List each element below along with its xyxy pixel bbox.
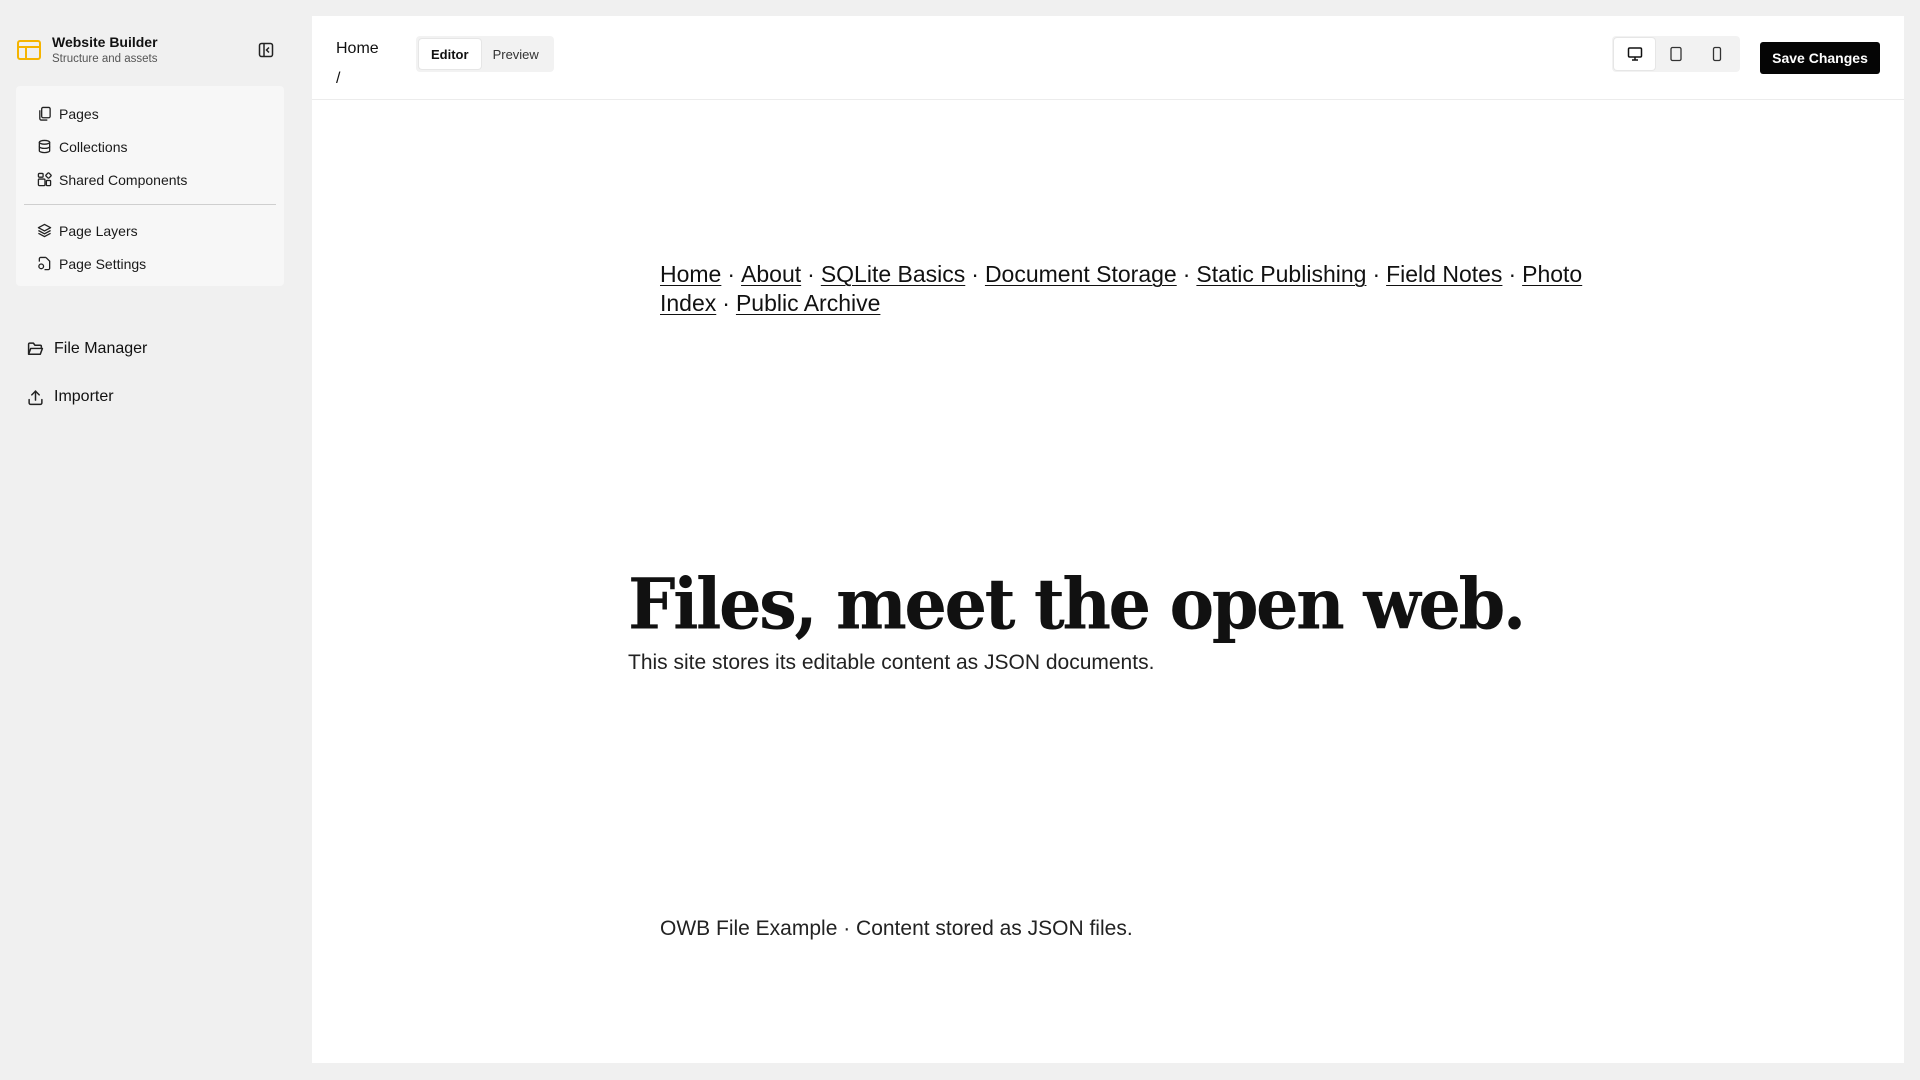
sidebar-item-page-settings[interactable]: Page Settings bbox=[16, 247, 284, 280]
breadcrumb-separator: / bbox=[336, 70, 341, 87]
hero-subtitle: This site stores its editable content as… bbox=[628, 651, 1155, 674]
sidebar-item-pages[interactable]: Pages bbox=[16, 97, 284, 130]
tablet-icon bbox=[1670, 46, 1682, 62]
sidebar-item-label: Pages bbox=[59, 105, 99, 122]
sidebar-link-label: Importer bbox=[54, 388, 114, 405]
sidebar-item-label: Shared Components bbox=[59, 171, 188, 188]
folder-open-icon bbox=[26, 340, 44, 358]
site-nav-link-about[interactable]: About bbox=[741, 261, 801, 287]
layers-icon bbox=[36, 223, 52, 239]
nav-separator: · bbox=[971, 261, 979, 287]
brand-title: Website Builder bbox=[52, 34, 158, 50]
sidebar-item-collections[interactable]: Collections bbox=[16, 130, 284, 163]
nav-card: Pages Collections Shared Components Page… bbox=[16, 86, 284, 286]
sidebar-link-file-manager[interactable]: File Manager bbox=[26, 335, 147, 363]
nav-separator: · bbox=[1508, 261, 1517, 287]
nav-separator: · bbox=[807, 261, 815, 287]
sidebar-item-label: Collections bbox=[59, 138, 128, 155]
components-icon bbox=[36, 172, 52, 188]
nav-divider bbox=[24, 204, 276, 205]
device-switcher bbox=[1612, 36, 1740, 72]
sidebar-item-shared-components[interactable]: Shared Components bbox=[16, 163, 284, 196]
sidebar: Website Builder Structure and assets Pag… bbox=[0, 0, 300, 1080]
breadcrumb-current[interactable]: Home bbox=[336, 40, 379, 57]
page-settings-icon bbox=[36, 256, 52, 272]
upload-icon bbox=[26, 388, 44, 406]
nav-separator: · bbox=[722, 290, 730, 316]
site-footer-text: OWB File Example · Content stored as JSO… bbox=[660, 917, 1133, 940]
mobile-icon bbox=[1713, 46, 1722, 62]
tablet-view-button[interactable] bbox=[1655, 38, 1696, 70]
nav-separator: · bbox=[1182, 261, 1191, 287]
sidebar-link-label: File Manager bbox=[54, 340, 148, 357]
desktop-icon bbox=[1627, 47, 1642, 61]
brand: Website Builder Structure and assets bbox=[16, 30, 286, 70]
sidebar-collapse-icon bbox=[258, 42, 274, 58]
sidebar-item-label: Page Settings bbox=[59, 255, 147, 272]
layout-panel-icon bbox=[16, 37, 42, 63]
nav-separator: · bbox=[727, 261, 736, 287]
site-navigation: Home · About · SQLite Basics · Document Storag… bbox=[660, 260, 1620, 318]
brand-subtitle: Structure and assets bbox=[52, 53, 158, 65]
site-nav-link-public-archive[interactable]: Public Archive bbox=[736, 290, 880, 316]
mobile-view-button[interactable] bbox=[1697, 38, 1738, 70]
site-nav-link-static-publishing[interactable]: Static Publishing bbox=[1196, 261, 1366, 287]
site-nav-link-home[interactable]: Home bbox=[660, 261, 721, 287]
tab-preview[interactable]: Preview bbox=[481, 39, 551, 69]
site-nav-link-sqlite-basics[interactable]: SQLite Basics bbox=[821, 261, 965, 287]
hero-title: Files, meet the open web. bbox=[628, 562, 1526, 646]
pages-icon bbox=[36, 106, 52, 122]
database-icon bbox=[36, 139, 52, 155]
sidebar-item-label: Page Layers bbox=[59, 222, 138, 239]
sidebar-link-importer[interactable]: Importer bbox=[26, 383, 114, 411]
nav-separator: · bbox=[1372, 261, 1381, 287]
site-nav-link-document-storage[interactable]: Document Storage bbox=[985, 261, 1177, 287]
editor-panel: Home / Editor Preview Save Changes Home ·… bbox=[312, 16, 1904, 1063]
editor-toolbar: Home / Editor Preview Save Changes bbox=[312, 16, 1904, 100]
save-changes-button[interactable]: Save Changes bbox=[1760, 42, 1880, 74]
mode-tabs: Editor Preview bbox=[416, 36, 554, 72]
sidebar-item-page-layers[interactable]: Page Layers bbox=[16, 214, 284, 247]
desktop-view-button[interactable] bbox=[1614, 38, 1656, 70]
breadcrumb: Home / bbox=[336, 34, 379, 94]
collapse-sidebar-button[interactable] bbox=[252, 38, 280, 62]
tab-editor[interactable]: Editor bbox=[419, 39, 481, 69]
site-nav-link-field-notes[interactable]: Field Notes bbox=[1386, 261, 1502, 287]
